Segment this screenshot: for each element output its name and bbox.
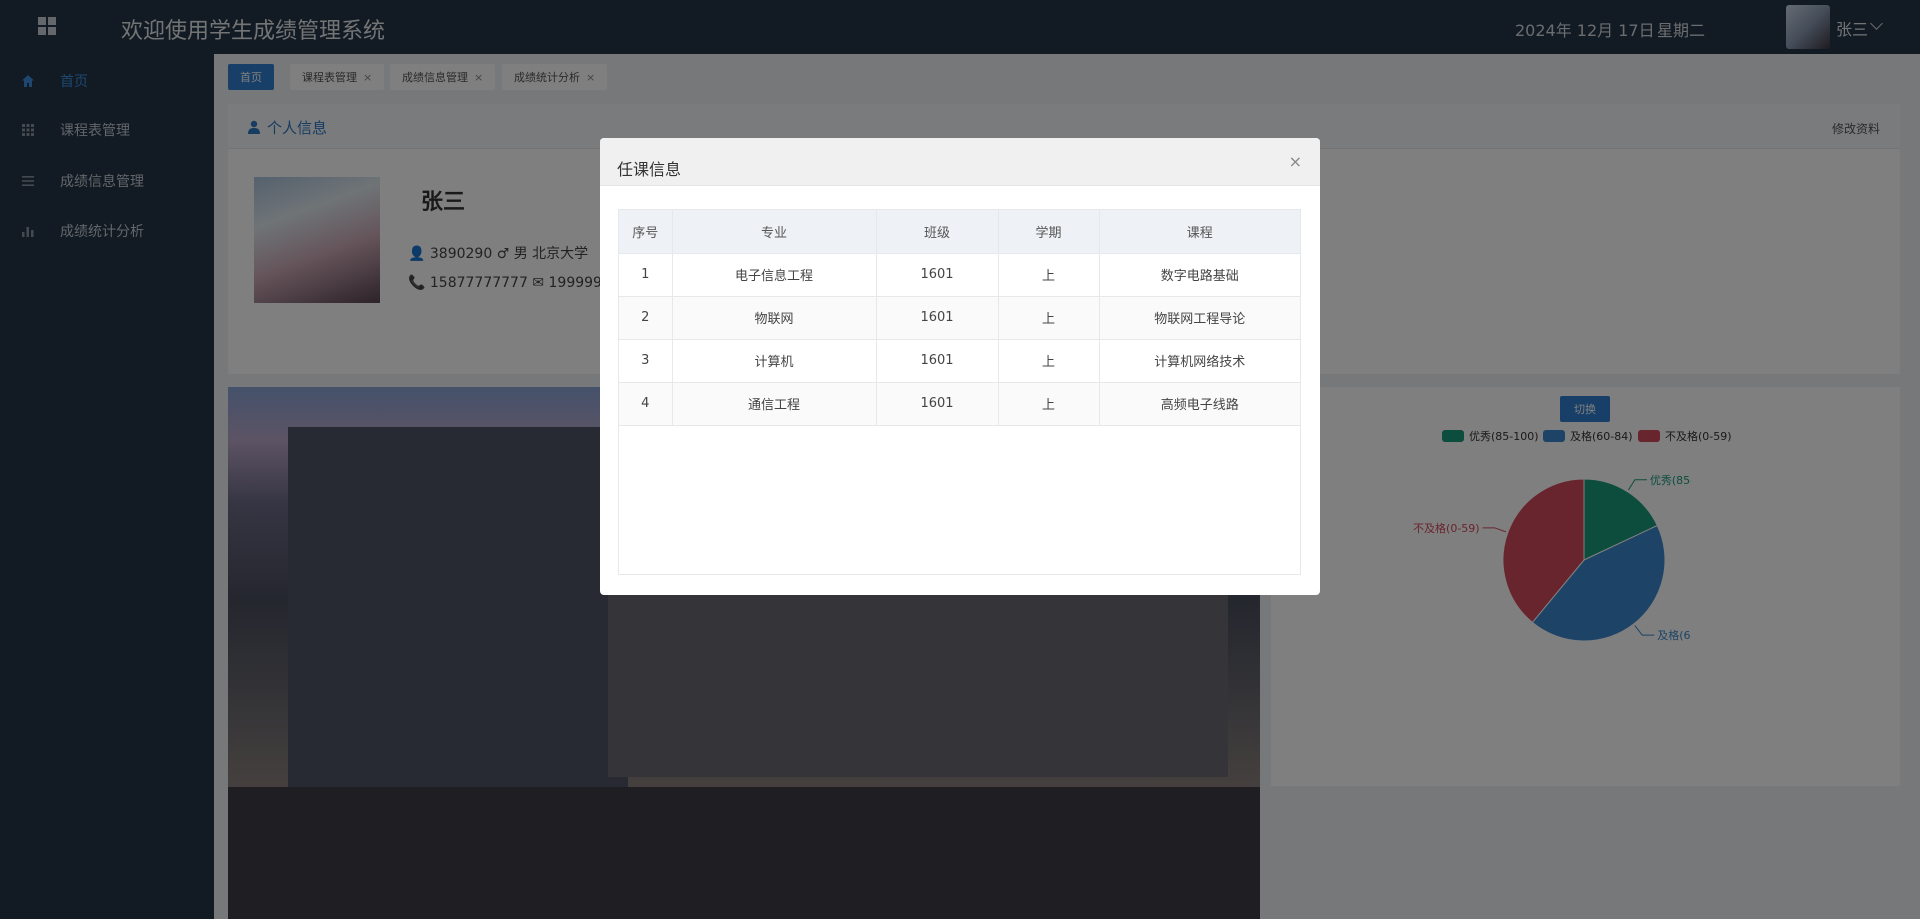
column-header-course[interactable]: 课程 [1099, 210, 1300, 254]
cell-class: 1601 [876, 296, 999, 340]
close-icon[interactable]: × [1289, 152, 1302, 171]
cell-class: 1601 [876, 253, 999, 297]
cell-major: 通信工程 [672, 382, 877, 426]
cell-major: 计算机 [672, 339, 877, 383]
cell-index: 1 [619, 253, 673, 297]
cell-term: 上 [998, 382, 1100, 426]
table-row[interactable]: 2 物联网 1601 上 物联网工程导论 [619, 296, 1300, 340]
table-row[interactable]: 1 电子信息工程 1601 上 数字电路基础 [619, 253, 1300, 297]
course-table: 序号 专业 班级 学期 课程 1 电子信息工程 1601 上 数字电路基础 2 [619, 210, 1300, 426]
table-row[interactable]: 3 计算机 1601 上 计算机网络技术 [619, 339, 1300, 383]
table-row[interactable]: 4 通信工程 1601 上 高频电子线路 [619, 382, 1300, 426]
cell-index: 3 [619, 339, 673, 383]
cell-course: 数字电路基础 [1099, 253, 1300, 297]
cell-course: 高频电子线路 [1099, 382, 1300, 426]
course-table-wrapper: 序号 专业 班级 学期 课程 1 电子信息工程 1601 上 数字电路基础 2 [618, 209, 1301, 575]
cell-major: 物联网 [672, 296, 877, 340]
cell-index: 4 [619, 382, 673, 426]
course-info-modal: 任课信息 × 序号 专业 班级 学期 课程 1 电子信息工程 1601 上 数字… [600, 138, 1320, 595]
cell-class: 1601 [876, 382, 999, 426]
modal-header: 任课信息 × [600, 138, 1320, 186]
cell-major: 电子信息工程 [672, 253, 877, 297]
table-header-row: 序号 专业 班级 学期 课程 [619, 210, 1300, 254]
cell-course: 物联网工程导论 [1099, 296, 1300, 340]
cell-term: 上 [998, 296, 1100, 340]
cell-course: 计算机网络技术 [1099, 339, 1300, 383]
column-header-major[interactable]: 专业 [672, 210, 877, 254]
column-header-class[interactable]: 班级 [876, 210, 999, 254]
column-header-index[interactable]: 序号 [619, 210, 673, 254]
column-header-term[interactable]: 学期 [998, 210, 1100, 254]
cell-term: 上 [998, 339, 1100, 383]
cell-term: 上 [998, 253, 1100, 297]
cell-class: 1601 [876, 339, 999, 383]
cell-index: 2 [619, 296, 673, 340]
modal-title: 任课信息 [617, 160, 682, 179]
